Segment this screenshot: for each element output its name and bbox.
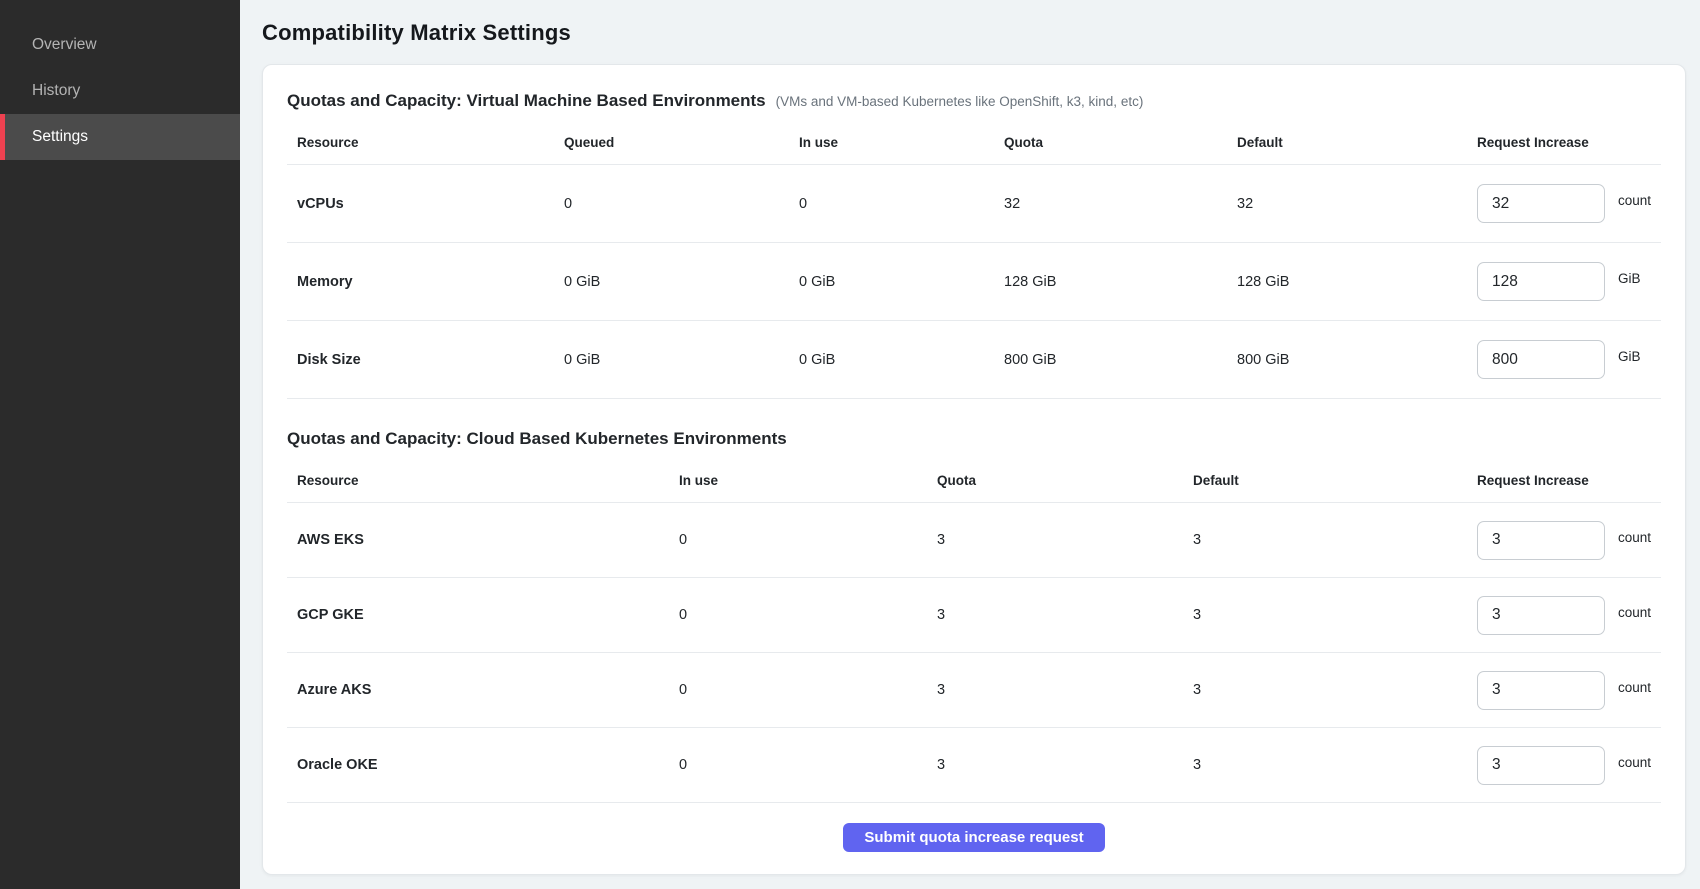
request-increase-input[interactable] bbox=[1477, 184, 1605, 223]
table-row: Oracle OKE 0 3 3 count bbox=[287, 728, 1661, 803]
column-header-resource: Resource bbox=[287, 117, 554, 164]
table-row: vCPUs 0 0 32 32 count bbox=[287, 165, 1661, 243]
vm-section-title: Quotas and Capacity: Virtual Machine Bas… bbox=[287, 91, 766, 111]
column-header-resource: Resource bbox=[287, 455, 669, 502]
page-title: Compatibility Matrix Settings bbox=[262, 20, 1686, 46]
vm-table-body: vCPUs 0 0 32 32 count Memory 0 GiB 0 GiB… bbox=[287, 165, 1661, 399]
quota-value: 3 bbox=[927, 532, 1183, 548]
quota-value: 3 bbox=[927, 682, 1183, 698]
queued-value: 0 GiB bbox=[554, 352, 789, 368]
in-use-value: 0 bbox=[669, 757, 927, 773]
column-header-in-use: In use bbox=[789, 117, 994, 164]
sidebar-item-label: Settings bbox=[32, 128, 88, 146]
default-value: 32 bbox=[1227, 196, 1467, 212]
request-increase-cell: count bbox=[1467, 596, 1661, 635]
table-row: GCP GKE 0 3 3 count bbox=[287, 578, 1661, 653]
cloud-table-header: Resource In use Quota Default Request In… bbox=[287, 455, 1661, 503]
resource-name: vCPUs bbox=[287, 196, 554, 212]
resource-name: Disk Size bbox=[287, 352, 554, 368]
in-use-value: 0 bbox=[669, 532, 927, 548]
request-increase-cell: count bbox=[1467, 184, 1661, 223]
sidebar: Overview History Settings bbox=[0, 0, 240, 889]
sidebar-nav: Overview History Settings bbox=[0, 22, 240, 160]
column-header-in-use: In use bbox=[669, 455, 927, 502]
request-increase-cell: count bbox=[1467, 671, 1661, 710]
unit-label: count bbox=[1618, 605, 1651, 620]
quota-value: 800 GiB bbox=[994, 352, 1227, 368]
sidebar-item-history[interactable]: History bbox=[0, 68, 240, 114]
default-value: 3 bbox=[1183, 532, 1467, 548]
vm-section-header: Quotas and Capacity: Virtual Machine Bas… bbox=[287, 91, 1661, 111]
vm-section-subtitle: (VMs and VM-based Kubernetes like OpenSh… bbox=[776, 94, 1144, 109]
request-increase-cell: count bbox=[1467, 746, 1661, 785]
active-indicator bbox=[0, 114, 5, 160]
column-header-queued: Queued bbox=[554, 117, 789, 164]
unit-label: count bbox=[1618, 530, 1651, 545]
request-increase-input[interactable] bbox=[1477, 671, 1605, 710]
default-value: 3 bbox=[1183, 757, 1467, 773]
column-header-quota: Quota bbox=[927, 455, 1183, 502]
default-value: 800 GiB bbox=[1227, 352, 1467, 368]
cloud-section-title: Quotas and Capacity: Cloud Based Kuberne… bbox=[287, 429, 787, 449]
request-increase-input[interactable] bbox=[1477, 596, 1605, 635]
default-value: 3 bbox=[1183, 682, 1467, 698]
column-header-quota: Quota bbox=[994, 117, 1227, 164]
default-value: 128 GiB bbox=[1227, 274, 1467, 290]
cloud-table-body: AWS EKS 0 3 3 count GCP GKE 0 3 3 count … bbox=[287, 503, 1661, 803]
quota-value: 3 bbox=[927, 607, 1183, 623]
resource-name: AWS EKS bbox=[287, 532, 669, 548]
in-use-value: 0 bbox=[669, 607, 927, 623]
resource-name: Azure AKS bbox=[287, 682, 669, 698]
main-content: Compatibility Matrix Settings Quotas and… bbox=[240, 0, 1700, 889]
sidebar-item-settings[interactable]: Settings bbox=[0, 114, 240, 160]
request-increase-input[interactable] bbox=[1477, 521, 1605, 560]
resource-name: Oracle OKE bbox=[287, 757, 669, 773]
request-increase-input[interactable] bbox=[1477, 262, 1605, 301]
resource-name: GCP GKE bbox=[287, 607, 669, 623]
app-root: Overview History Settings Compatibility … bbox=[0, 0, 1700, 889]
resource-name: Memory bbox=[287, 274, 554, 290]
column-header-request-increase: Request Increase bbox=[1467, 455, 1661, 502]
submit-row: Submit quota increase request bbox=[287, 823, 1661, 852]
submit-quota-button[interactable]: Submit quota increase request bbox=[843, 823, 1104, 852]
column-header-default: Default bbox=[1183, 455, 1467, 502]
vm-table-header: Resource Queued In use Quota Default Req… bbox=[287, 117, 1661, 165]
quota-value: 128 GiB bbox=[994, 274, 1227, 290]
table-row: Memory 0 GiB 0 GiB 128 GiB 128 GiB GiB bbox=[287, 243, 1661, 321]
request-increase-cell: count bbox=[1467, 521, 1661, 560]
request-increase-cell: GiB bbox=[1467, 340, 1661, 379]
queued-value: 0 GiB bbox=[554, 274, 789, 290]
in-use-value: 0 GiB bbox=[789, 352, 994, 368]
unit-label: count bbox=[1618, 193, 1651, 208]
table-row: Azure AKS 0 3 3 count bbox=[287, 653, 1661, 728]
in-use-value: 0 bbox=[669, 682, 927, 698]
sidebar-item-label: History bbox=[32, 82, 80, 100]
request-increase-input[interactable] bbox=[1477, 746, 1605, 785]
settings-card: Quotas and Capacity: Virtual Machine Bas… bbox=[262, 64, 1686, 875]
unit-label: GiB bbox=[1618, 349, 1641, 364]
quota-value: 32 bbox=[994, 196, 1227, 212]
sidebar-item-overview[interactable]: Overview bbox=[0, 22, 240, 68]
cloud-section-header: Quotas and Capacity: Cloud Based Kuberne… bbox=[287, 429, 1661, 449]
unit-label: count bbox=[1618, 755, 1651, 770]
in-use-value: 0 GiB bbox=[789, 274, 994, 290]
queued-value: 0 bbox=[554, 196, 789, 212]
column-header-default: Default bbox=[1227, 117, 1467, 164]
table-row: Disk Size 0 GiB 0 GiB 800 GiB 800 GiB Gi… bbox=[287, 321, 1661, 399]
unit-label: GiB bbox=[1618, 271, 1641, 286]
in-use-value: 0 bbox=[789, 196, 994, 212]
request-increase-input[interactable] bbox=[1477, 340, 1605, 379]
quota-value: 3 bbox=[927, 757, 1183, 773]
default-value: 3 bbox=[1183, 607, 1467, 623]
request-increase-cell: GiB bbox=[1467, 262, 1661, 301]
table-row: AWS EKS 0 3 3 count bbox=[287, 503, 1661, 578]
unit-label: count bbox=[1618, 680, 1651, 695]
sidebar-item-label: Overview bbox=[32, 36, 97, 54]
column-header-request-increase: Request Increase bbox=[1467, 117, 1661, 164]
